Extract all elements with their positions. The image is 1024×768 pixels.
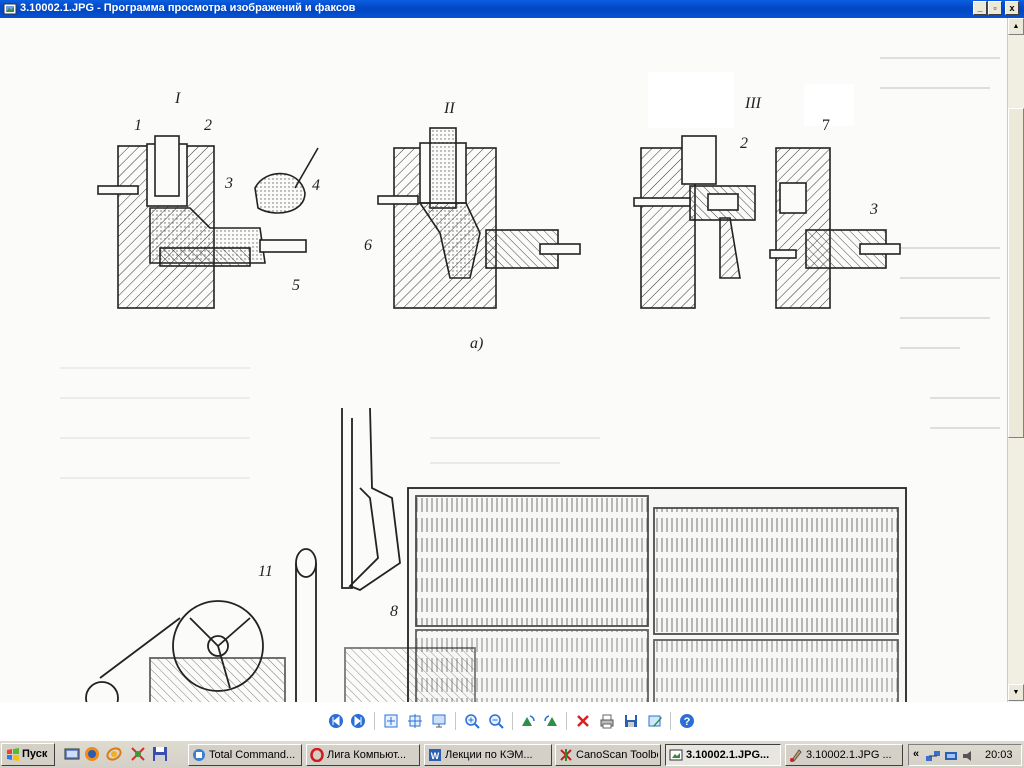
browser-icon[interactable] xyxy=(106,746,122,762)
rotate-clockwise-icon xyxy=(522,715,535,726)
minimize-icon: _ xyxy=(977,3,983,13)
image-viewer-app-icon xyxy=(3,3,17,15)
best-fit-icon xyxy=(384,714,398,728)
rotate-counterclockwise-button[interactable] xyxy=(542,712,560,730)
save-button[interactable] xyxy=(622,712,640,730)
redaction-block xyxy=(648,72,734,128)
tray-expand-icon[interactable]: « xyxy=(913,748,919,760)
taskbar-item-label: Лига Компьют... xyxy=(327,749,407,761)
restore-icon: ▫ xyxy=(993,3,997,13)
edit-button[interactable] xyxy=(646,712,664,730)
system-clock[interactable]: 20:03 xyxy=(985,749,1013,761)
print-icon xyxy=(600,714,614,729)
paint-icon xyxy=(790,749,802,762)
svg-text:?: ? xyxy=(684,716,691,728)
previous-image-button[interactable] xyxy=(327,712,345,730)
save-icon xyxy=(625,715,637,727)
best-fit-button[interactable] xyxy=(382,712,400,730)
image-viewer-icon xyxy=(669,749,683,761)
figure-label: 11 xyxy=(258,563,273,580)
edit-icon xyxy=(648,715,662,727)
taskbar-item[interactable]: CanoScan Toolbox xyxy=(555,744,661,766)
word-document-icon: W xyxy=(429,749,441,761)
windows-logo-icon xyxy=(7,748,19,761)
help-button[interactable]: ? xyxy=(678,712,696,730)
scroll-up-button[interactable]: ▲ xyxy=(1008,18,1024,35)
viewer-toolbar: ? xyxy=(0,702,1024,740)
rotate-clockwise-button[interactable] xyxy=(519,712,537,730)
taskbar-item[interactable]: Total Command... xyxy=(188,744,302,766)
window-title-bar[interactable]: 3.10002.1.JPG - Программа просмотра изоб… xyxy=(0,0,1024,18)
taskbar-item-label: CanoScan Toolbox xyxy=(576,749,658,761)
figure-label: 3 xyxy=(224,175,233,192)
taskbar-item[interactable]: W Лекции по КЭМ... xyxy=(424,744,552,766)
zoom-in-icon xyxy=(465,714,480,729)
svg-text:W: W xyxy=(431,751,440,761)
scroll-up-icon: ▲ xyxy=(1012,23,1020,30)
network-icon[interactable] xyxy=(925,748,941,764)
figure-label: 2 xyxy=(740,135,748,152)
scroll-thumb[interactable] xyxy=(1008,108,1024,438)
figure-label: II xyxy=(443,100,455,117)
previous-image-icon xyxy=(329,714,343,728)
taskbar-item-label: 3.10002.1.JPG ... xyxy=(806,749,892,761)
close-icon: x xyxy=(1009,3,1015,13)
floppy-icon[interactable] xyxy=(152,746,168,762)
scanned-technical-drawing: I II III 1 2 3 4 5 6 2 7 3 11 8 a) xyxy=(0,18,1007,702)
print-button[interactable] xyxy=(598,712,616,730)
figure-label: 3 xyxy=(869,201,878,218)
windows-taskbar: Пуск Total Command... Лига Компьют... W … xyxy=(0,740,1024,768)
slideshow-button[interactable] xyxy=(430,712,448,730)
volume-icon[interactable] xyxy=(961,748,977,764)
minimize-button[interactable]: _ xyxy=(973,1,987,15)
actual-size-icon xyxy=(408,714,422,728)
zoom-in-button[interactable] xyxy=(463,712,481,730)
start-button[interactable]: Пуск xyxy=(1,743,55,766)
rotate-counterclockwise-icon xyxy=(544,715,557,726)
next-image-icon xyxy=(351,714,365,728)
window-title: 3.10002.1.JPG - Программа просмотра изоб… xyxy=(20,2,356,14)
help-icon: ? xyxy=(680,714,694,728)
actual-size-button[interactable] xyxy=(406,712,424,730)
zoom-out-button[interactable] xyxy=(487,712,505,730)
firefox-icon[interactable] xyxy=(84,746,100,762)
figure-label: 2 xyxy=(204,117,212,134)
figure-label: 7 xyxy=(822,117,830,134)
figure-label: I xyxy=(174,90,181,107)
system-tray: « 20:03 xyxy=(908,744,1022,766)
total-commander-icon xyxy=(193,749,205,761)
tool-icon[interactable] xyxy=(130,746,146,762)
figure-label: 8 xyxy=(390,603,398,620)
next-image-button[interactable] xyxy=(349,712,367,730)
taskbar-item[interactable]: 3.10002.1.JPG ... xyxy=(785,744,903,766)
slideshow-icon xyxy=(432,714,446,728)
taskbar-item-active[interactable]: 3.10002.1.JPG... xyxy=(665,744,781,766)
image-view-area[interactable]: I II III 1 2 3 4 5 6 2 7 3 11 8 a) xyxy=(0,18,1007,702)
maximize-button[interactable]: ▫ xyxy=(988,1,1002,15)
close-button[interactable]: x xyxy=(1005,1,1019,15)
figure-label: 6 xyxy=(364,237,372,254)
start-label: Пуск xyxy=(22,748,48,760)
network-connection-icon[interactable] xyxy=(943,748,959,764)
delete-button[interactable] xyxy=(574,712,592,730)
figure-caption: a) xyxy=(470,335,483,352)
taskbar-item[interactable]: Лига Компьют... xyxy=(306,744,420,766)
taskbar-item-label: Лекции по КЭМ... xyxy=(445,749,533,761)
delete-icon xyxy=(577,715,589,727)
scroll-down-button[interactable]: ▼ xyxy=(1008,684,1024,701)
figure-label: III xyxy=(744,95,762,112)
taskbar-item-label: Total Command... xyxy=(209,749,296,761)
scroll-down-icon: ▼ xyxy=(1012,689,1020,696)
taskbar-item-label: 3.10002.1.JPG... xyxy=(686,749,770,761)
show-desktop-icon[interactable] xyxy=(64,746,80,762)
figure-label: 5 xyxy=(292,277,300,294)
figure-label: 1 xyxy=(134,117,142,134)
figure-label: 4 xyxy=(312,177,320,194)
zoom-out-icon xyxy=(489,714,504,729)
canoscan-icon xyxy=(560,749,572,761)
opera-icon xyxy=(310,748,324,762)
vertical-scrollbar[interactable]: ▲ ▼ xyxy=(1007,18,1024,702)
